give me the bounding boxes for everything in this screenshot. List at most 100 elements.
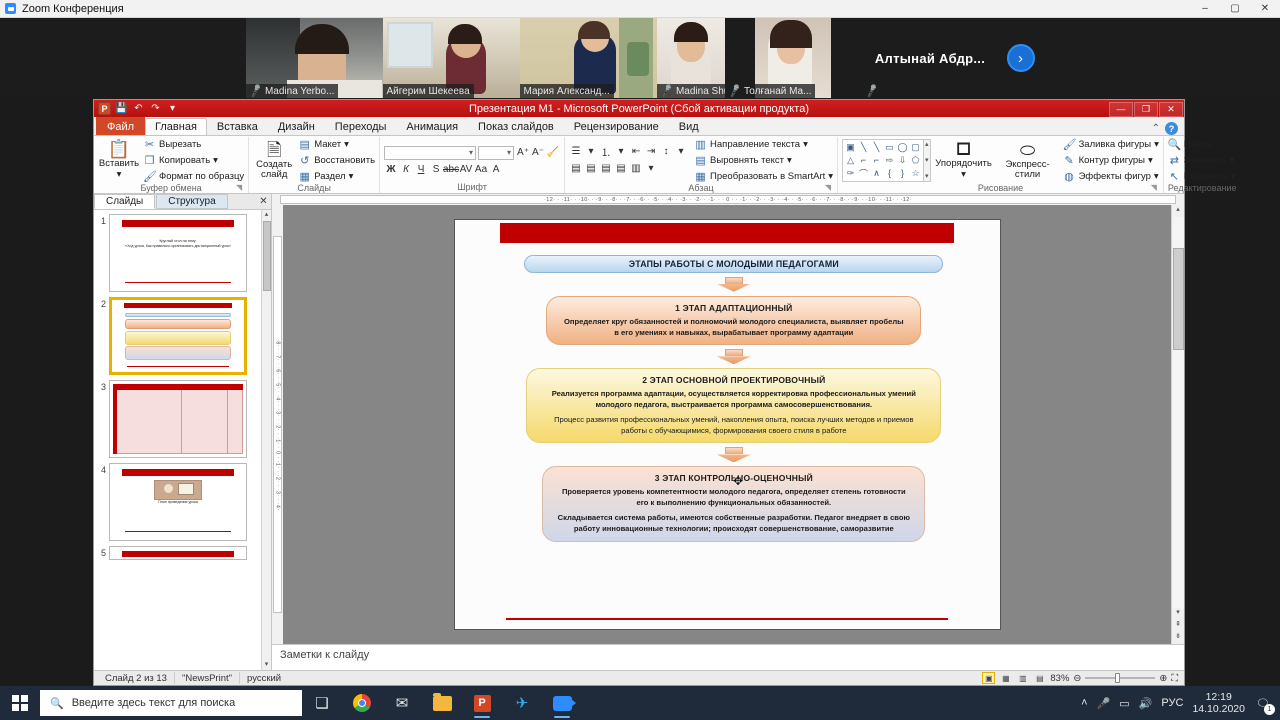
windows-start-icon[interactable] (0, 686, 40, 720)
zoom-maximize-button[interactable]: ▢ (1220, 0, 1250, 18)
telegram-icon[interactable]: ✈ (502, 686, 542, 720)
clipboard-dialog-launcher-icon[interactable]: ◥ (236, 183, 242, 192)
pane-tab-outline[interactable]: Структура (156, 194, 227, 209)
current-slide[interactable]: ЭТАПЫ РАБОТЫ С МОЛОДЫМИ ПЕДАГОГАМИ 1 ЭТА… (455, 220, 1000, 629)
strikethrough-icon[interactable]: abc (444, 163, 458, 177)
participant-tile[interactable]: Айгерим Шекеева (383, 18, 520, 98)
thumbnail-item[interactable]: 1 Круглый стол на тему: «Ход урока. Как … (94, 214, 259, 292)
participant-tile[interactable]: 🎤 Толғанай Ма... (725, 18, 862, 98)
thumbnail-preview[interactable] (109, 380, 247, 458)
tab-file[interactable]: Файл (96, 117, 145, 135)
align-text-button[interactable]: ▤ Выровнять текст ▾ (694, 153, 833, 167)
font-size-input[interactable]: ▾ (478, 146, 514, 160)
chrome-icon[interactable] (342, 686, 382, 720)
notes-pane[interactable]: Заметки к слайду (272, 644, 1184, 670)
next-slide-icon[interactable]: ⇟ (1175, 632, 1181, 644)
file-explorer-icon[interactable] (422, 686, 462, 720)
font-name-input[interactable]: ▾ (384, 146, 476, 160)
justify-icon[interactable]: ▤ (614, 162, 628, 176)
microphone-icon[interactable]: 🎤 (1097, 697, 1111, 710)
scrollbar-thumb[interactable] (1173, 248, 1184, 350)
thumbnail-preview[interactable]: План проведения урока (109, 463, 247, 541)
scroll-up-icon[interactable]: ▴ (1176, 205, 1180, 217)
save-icon[interactable]: 💾 (115, 102, 128, 115)
find-button[interactable]: 🔍 Найти (1168, 137, 1236, 151)
zoom-slider-handle[interactable] (1115, 673, 1120, 683)
undo-icon[interactable]: ↶ (132, 102, 145, 115)
columns-icon[interactable]: ▥ (629, 162, 643, 176)
thumbnail-item[interactable]: 2 (94, 297, 259, 375)
slide-stage[interactable]: ЭТАПЫ РАБОТЫ С МОЛОДЫМИ ПЕДАГОГАМИ 1 ЭТА… (283, 205, 1171, 644)
customize-qat-icon[interactable]: ▾ (166, 102, 179, 115)
slide-title-box[interactable]: ЭТАПЫ РАБОТЫ С МОЛОДЫМИ ПЕДАГОГАМИ (524, 255, 943, 273)
format-painter-button[interactable]: 🖌 Формат по образцу (143, 169, 244, 183)
scrollbar-thumb[interactable] (263, 221, 271, 291)
reading-view-icon[interactable]: ▥ (1016, 672, 1029, 684)
font-color-icon[interactable]: A (489, 163, 503, 177)
reset-button[interactable]: ↺ Восстановить (298, 153, 375, 167)
close-icon[interactable]: ✕ (256, 194, 271, 209)
align-center-icon[interactable]: ▤ (584, 162, 598, 176)
paste-button[interactable]: 📋 Вставить ▾ (98, 140, 140, 180)
notification-icon[interactable]: 🗨 1 (1254, 694, 1272, 712)
normal-view-icon[interactable]: ▣ (982, 672, 995, 684)
replace-button[interactable]: ⇄ Заменить ▾ (1168, 153, 1236, 167)
shape-fill-button[interactable]: 🖌 Заливка фигуры ▾ (1063, 137, 1159, 151)
tab-animations[interactable]: Анимация (396, 118, 468, 135)
ppt-restore-button[interactable]: ❐ (1134, 102, 1158, 117)
chevron-up-icon[interactable]: ⌃ (1152, 123, 1160, 134)
slide-counter[interactable]: Слайд 2 из 13 (98, 672, 175, 684)
chevron-right-icon[interactable]: › (1007, 44, 1035, 72)
task-view-icon[interactable]: ❏ (302, 686, 342, 720)
ppt-close-button[interactable]: ✕ (1159, 102, 1183, 117)
convert-smartart-button[interactable]: ▦ Преобразовать в SmartArt ▾ (694, 169, 833, 183)
shapes-gallery[interactable]: ▣╲╲ ▭◯▢ △⌐⌐ ⇨⇩⬠ ✑⌒∧ {}☆ (842, 139, 924, 182)
text-direction-button[interactable]: ▥ Направление текста ▾ (694, 137, 833, 151)
thumbnail-item[interactable]: 4 План проведения урока (94, 463, 259, 541)
powerpoint-icon[interactable]: P (462, 686, 502, 720)
align-right-icon[interactable]: ▤ (599, 162, 613, 176)
zoom-close-button[interactable]: ✕ (1250, 0, 1280, 18)
new-slide-button[interactable]: 🗎 Создать слайд (253, 141, 295, 180)
participant-tile[interactable]: 🎤 Madina Yerbo... (246, 18, 383, 98)
change-case-icon[interactable]: Aa (474, 163, 488, 177)
thumbnail-preview[interactable]: Круглый стол на тему: «Ход урока. Как пр… (109, 214, 247, 292)
quick-styles-button[interactable]: ⬭ Экспресс-стили (997, 141, 1059, 180)
align-left-icon[interactable]: ▤ (569, 162, 583, 176)
slideshow-icon[interactable]: ▤ (1033, 672, 1046, 684)
cut-button[interactable]: ✂ Вырезать (143, 137, 244, 151)
numbering-arrow-icon[interactable]: ▾ (614, 145, 628, 159)
clock[interactable]: 12:19 14.10.2020 (1192, 691, 1245, 715)
copy-button[interactable]: ❐ Копировать ▾ (143, 153, 244, 167)
help-icon[interactable]: ? (1165, 122, 1178, 135)
tray-expand-icon[interactable]: ˄ (1081, 697, 1087, 709)
previous-slide-icon[interactable]: ⇞ (1175, 620, 1181, 632)
shape-effects-button[interactable]: ◍ Эффекты фигур ▾ (1063, 169, 1159, 183)
tab-home[interactable]: Главная (145, 118, 207, 135)
line-spacing-icon[interactable]: ↕ (659, 145, 673, 159)
line-spacing-arrow-icon[interactable]: ▾ (674, 145, 688, 159)
tab-review[interactable]: Рецензирование (564, 118, 669, 135)
clear-formatting-icon[interactable]: 🧹 (546, 146, 560, 160)
arrange-button[interactable]: 🞑 Упорядочить ▾ (935, 140, 993, 180)
stage-1-box[interactable]: 1 ЭТАП АДАПТАЦИОННЫЙ Определяет круг обя… (546, 296, 921, 346)
character-spacing-icon[interactable]: AV (459, 163, 473, 177)
volume-icon[interactable]: 🔊 (1139, 697, 1153, 710)
scroll-up-icon[interactable]: ▴ (265, 210, 269, 220)
theme-name[interactable]: "NewsPrint" (175, 672, 240, 684)
fit-to-window-icon[interactable]: ⛶ (1171, 673, 1178, 684)
scroll-down-icon[interactable]: ▾ (265, 660, 269, 670)
paragraph-dialog-launcher-icon[interactable]: ◥ (825, 183, 831, 192)
scroll-down-icon[interactable]: ▾ (1176, 608, 1180, 620)
tab-transitions[interactable]: Переходы (325, 118, 397, 135)
powerpoint-logo-icon[interactable]: P (98, 102, 111, 115)
tab-insert[interactable]: Вставка (207, 118, 268, 135)
thumbnail-preview-selected[interactable] (109, 297, 247, 375)
bold-icon[interactable]: Ж (384, 163, 398, 177)
italic-icon[interactable]: К (399, 163, 413, 177)
slide-sorter-icon[interactable]: ▦ (999, 672, 1012, 684)
increase-font-size-icon[interactable]: A⁺ (516, 146, 530, 160)
thumbnail-item[interactable]: 3 (94, 380, 259, 458)
ppt-minimize-button[interactable]: — (1109, 102, 1133, 117)
language-indicator[interactable]: РУС (1161, 697, 1183, 709)
